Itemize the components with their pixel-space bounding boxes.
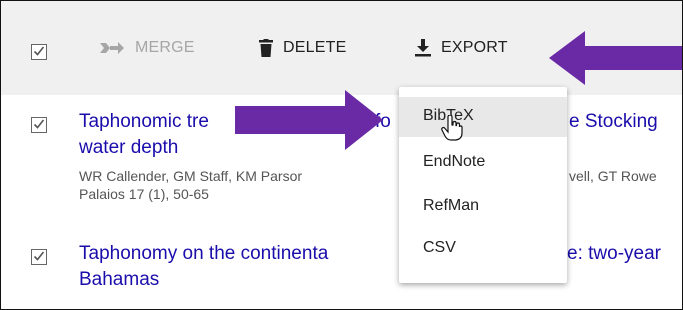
result-title-fragment[interactable]: e: two-year xyxy=(567,241,661,267)
annotation-arrow-menu xyxy=(233,89,385,156)
title-text-left: Taphonomy on the continenta xyxy=(79,243,329,264)
export-option-csv[interactable]: CSV xyxy=(399,229,567,269)
export-dropdown-menu: BibTeX EndNote RefMan CSV xyxy=(399,87,567,283)
result-authors: WR Callender, GM Staff, KM Parsor xyxy=(79,168,303,184)
merge-icon xyxy=(99,40,125,56)
checkmark-icon xyxy=(33,251,45,261)
download-icon xyxy=(415,39,431,57)
result-title-fragment[interactable]: e Stocking xyxy=(569,109,658,135)
result-title-link[interactable]: Taphonomic tre xyxy=(79,109,209,135)
merge-button[interactable]: MERGE xyxy=(99,39,195,57)
merge-label: MERGE xyxy=(135,39,195,56)
title-text-line2: Bahamas xyxy=(79,269,160,290)
hand-cursor-icon xyxy=(441,114,463,146)
checkmark-icon xyxy=(33,46,45,56)
result-checkbox[interactable] xyxy=(31,117,47,133)
export-label: EXPORT xyxy=(441,39,508,56)
delete-label: DELETE xyxy=(283,39,347,56)
action-toolbar: MERGE DELETE EXPORT xyxy=(1,1,682,95)
export-option-label: CSV xyxy=(423,239,456,256)
result-authors-right: vell, GT Rowe xyxy=(569,168,657,184)
export-option-bibtex[interactable]: BibTeX xyxy=(399,97,567,137)
export-option-label: EndNote xyxy=(423,153,486,170)
title-text-line2: water depth xyxy=(79,137,179,158)
result-title-line2[interactable]: water depth xyxy=(79,135,178,161)
select-all-checkbox[interactable] xyxy=(31,44,47,60)
result-checkbox[interactable] xyxy=(31,249,47,265)
delete-button[interactable]: DELETE xyxy=(259,39,346,57)
scholar-library-panel: MERGE DELETE EXPORT Taphonomic tre fo e … xyxy=(0,0,683,310)
checkmark-icon xyxy=(33,119,45,129)
result-title-line2[interactable]: Bahamas xyxy=(79,267,159,293)
result-source: Palaios 17 (1), 50-65 xyxy=(79,186,209,202)
result-title-link[interactable]: Taphonomy on the continenta xyxy=(79,241,328,267)
title-text-left: Taphonomic tre xyxy=(79,111,209,132)
title-text-right: e Stocking xyxy=(569,111,658,132)
annotation-arrow-toolbar xyxy=(547,29,682,92)
export-button[interactable]: EXPORT xyxy=(415,39,508,57)
trash-icon xyxy=(259,39,273,57)
export-option-label: RefMan xyxy=(423,197,480,214)
export-option-refman[interactable]: RefMan xyxy=(399,187,567,227)
export-option-endnote[interactable]: EndNote xyxy=(399,143,567,183)
title-text-right: e: two-year xyxy=(567,243,661,264)
